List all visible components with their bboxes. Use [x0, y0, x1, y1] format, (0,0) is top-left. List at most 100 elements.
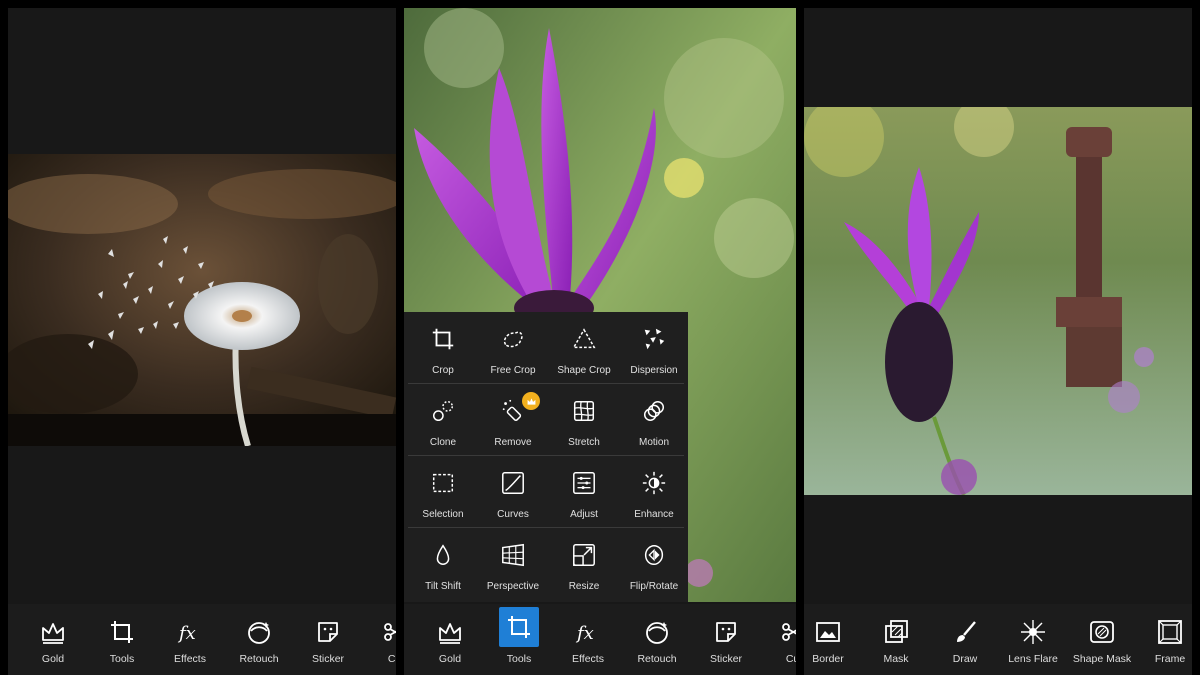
tool-label: Crop	[432, 365, 454, 376]
toolbar-item-sticker[interactable]: Sticker	[692, 604, 760, 675]
toolbar-item-lens-flare[interactable]: Lens Flare	[999, 604, 1067, 675]
tool-adjust[interactable]: Adjust	[549, 456, 619, 528]
tool-stretch[interactable]: Stretch	[549, 384, 619, 456]
tool-enhance[interactable]: Enhance	[619, 456, 689, 528]
tool-resize[interactable]: Resize	[549, 528, 619, 600]
shape-mask-icon	[1085, 615, 1119, 649]
tool-label: Dispersion	[630, 365, 678, 376]
tool-label: Curves	[497, 509, 529, 520]
toolbar-label: Tools	[506, 653, 532, 665]
toolbar-item-effects[interactable]: fx Effects	[554, 604, 622, 675]
svg-text:fx: fx	[575, 623, 594, 644]
toolbar-item-retouch[interactable]: Retouch	[623, 604, 691, 675]
dispersion-icon	[641, 326, 667, 357]
tool-remove[interactable]: Remove	[478, 384, 548, 456]
triangle-icon	[571, 326, 597, 357]
curves-icon	[500, 470, 526, 501]
toolbar-item-cut[interactable]: Cut	[760, 604, 796, 675]
tool-label: Stretch	[568, 437, 600, 448]
tools-menu-row: Crop Free Crop Shape Crop Dispersion	[408, 312, 684, 384]
tool-selection[interactable]: Selection	[408, 456, 478, 528]
adjust-icon	[571, 470, 597, 501]
resize-icon	[571, 542, 597, 573]
brush-icon	[948, 615, 982, 649]
flip-rotate-icon	[641, 542, 667, 573]
crop-icon	[430, 326, 456, 357]
bottom-toolbar: Gold Tools fx Effects Retouch Sticker Cut	[404, 604, 796, 675]
toolbar-item-gold[interactable]: Gold	[19, 604, 87, 675]
scissors-icon	[777, 615, 796, 649]
toolbar-label: Cut	[785, 653, 796, 665]
enhance-icon	[641, 470, 667, 501]
border-icon	[811, 615, 845, 649]
toolbar-item-tools[interactable]: Tools	[485, 604, 553, 675]
toolbar-item-frame[interactable]: Frame	[1136, 604, 1192, 675]
tool-flip-rotate[interactable]: Flip/Rotate	[619, 528, 689, 600]
free-crop-icon	[500, 326, 526, 357]
tool-label: Resize	[568, 581, 600, 592]
crown-icon	[36, 615, 70, 649]
toolbar-item-mask[interactable]: Mask	[862, 604, 930, 675]
tool-label: Remove	[494, 437, 532, 448]
toolbar-label: Effects	[572, 653, 604, 665]
sticker-icon	[311, 615, 345, 649]
lavender-garden-photo	[804, 107, 1192, 495]
scissors-icon	[379, 615, 396, 649]
tool-label: Adjust	[570, 509, 598, 520]
frame-icon	[1153, 615, 1187, 649]
toolbar-label: Gold	[438, 653, 462, 665]
right-screen: Border Mask Draw Lens Flare Shape Mask Frame	[804, 8, 1192, 675]
face-icon	[242, 615, 276, 649]
tool-motion[interactable]: Motion	[619, 384, 689, 456]
toolbar-item-tools[interactable]: Tools	[88, 604, 156, 675]
face-icon	[640, 615, 674, 649]
toolbar-label: Sticker	[311, 653, 345, 665]
toolbar-label: Sticker	[709, 653, 743, 665]
tools-menu-row: Clone Remove Stretch Motion	[408, 384, 684, 456]
tool-label: Perspective	[486, 581, 540, 592]
tool-label: Selection	[422, 509, 464, 520]
toolbar-label: Cut	[387, 653, 396, 665]
toolbar-item-border[interactable]: Border	[804, 604, 862, 675]
tools-menu-row: Tilt Shift Perspective Resize Flip/Rotate	[408, 528, 684, 600]
sticker-icon	[709, 615, 743, 649]
mushroom-dispersion-photo	[8, 154, 396, 446]
toolbar-label: Frame	[1154, 653, 1186, 665]
selection-icon	[430, 470, 456, 501]
tool-tilt-shift[interactable]: Tilt Shift	[408, 528, 478, 600]
tool-perspective[interactable]: Perspective	[478, 528, 548, 600]
tool-label: Motion	[638, 437, 669, 448]
fx-icon: fx	[173, 615, 207, 649]
toolbar-item-shape-mask[interactable]: Shape Mask	[1068, 604, 1136, 675]
tool-label: Free Crop	[490, 365, 536, 376]
tools-menu-row: Selection Curves Adjust Enhance	[408, 456, 684, 528]
tool-clone[interactable]: Clone	[408, 384, 478, 456]
middle-screen: Crop Free Crop Shape Crop Dispersion Clone Re…	[404, 8, 796, 675]
toolbar-item-retouch[interactable]: Retouch	[225, 604, 293, 675]
tool-shape-crop[interactable]: Shape Crop	[549, 312, 619, 384]
tool-label: Tilt Shift	[425, 581, 461, 592]
toolbar-item-effects[interactable]: fx Effects	[156, 604, 224, 675]
tool-dispersion[interactable]: Dispersion	[619, 312, 689, 384]
toolbar-item-gold[interactable]: Gold	[416, 604, 484, 675]
clone-icon	[430, 398, 456, 429]
toolbar-label: Border	[812, 653, 844, 665]
toolbar-label: Effects	[174, 653, 206, 665]
tools-menu: Crop Free Crop Shape Crop Dispersion Clone Re…	[404, 312, 688, 602]
tool-crop[interactable]: Crop	[408, 312, 478, 384]
premium-crown-icon	[522, 392, 540, 410]
tool-label: Shape Crop	[557, 365, 611, 376]
mask-icon	[879, 615, 913, 649]
toolbar-item-draw[interactable]: Draw	[931, 604, 999, 675]
toolbar-item-cut[interactable]: Cut	[362, 604, 396, 675]
toolbar-label: Mask	[883, 653, 909, 665]
toolbar-label: Draw	[952, 653, 978, 665]
perspective-icon	[500, 542, 526, 573]
tool-free-crop[interactable]: Free Crop	[478, 312, 548, 384]
left-screen: Gold Tools fx Effects Retouch Sticker Cut	[8, 8, 396, 675]
toolbar-label: Tools	[109, 653, 135, 665]
bottom-toolbar: Gold Tools fx Effects Retouch Sticker Cut	[8, 604, 396, 675]
tool-curves[interactable]: Curves	[478, 456, 548, 528]
svg-text:fx: fx	[177, 623, 196, 644]
toolbar-item-sticker[interactable]: Sticker	[294, 604, 362, 675]
